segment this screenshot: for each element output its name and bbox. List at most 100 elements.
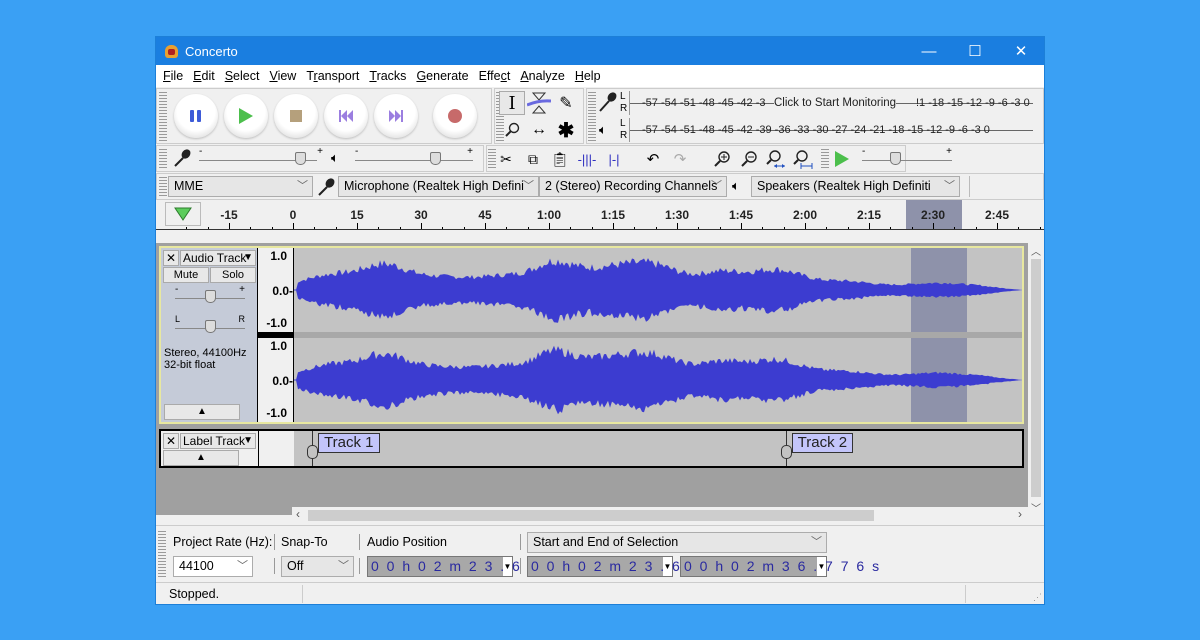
audio-position-field[interactable]: 0 0 h 0 2 m 2 3 . 6 5 3 s ▼ (367, 556, 566, 577)
multi-tool-button[interactable]: ✱ (553, 118, 579, 142)
pan-slider[interactable]: L R (175, 314, 245, 334)
audio-position-label: Audio Position (367, 535, 447, 549)
track-close-button[interactable]: ✕ (163, 250, 179, 266)
solo-button[interactable]: Solo (210, 267, 256, 283)
toolbar-grip[interactable] (158, 530, 166, 578)
selection-start-field[interactable]: 0 0 h 0 2 m 2 3 . 6 5 3 s ▼ (527, 556, 726, 577)
redo-button[interactable]: ↷ (667, 147, 693, 171)
pause-button[interactable] (174, 94, 218, 138)
toolbar-grip[interactable] (159, 148, 167, 169)
playback-device-select[interactable]: Speakers (Realtek High Definiti ﹀ (751, 176, 960, 197)
collapse-track-button[interactable]: ▲ (163, 450, 239, 466)
slider-thumb[interactable] (204, 290, 216, 303)
label-track-close-button[interactable]: ✕ (163, 433, 179, 449)
horizontal-scrollbar[interactable]: ‹ › (292, 507, 1028, 524)
play-at-speed-button[interactable] (829, 147, 855, 171)
paste-button[interactable]: 📋︎ (547, 147, 573, 171)
speaker-icon[interactable]: 🔈︎ (599, 122, 607, 138)
fit-project-button[interactable] (790, 147, 816, 171)
close-button[interactable]: ✕ (998, 37, 1044, 65)
audio-host-select[interactable]: MME ﹀ (168, 176, 313, 197)
recording-volume-slider[interactable]: - + (199, 146, 323, 166)
playback-volume-slider[interactable]: - + (355, 146, 473, 166)
waveform-right (294, 345, 1022, 415)
scroll-thumb[interactable] (308, 510, 874, 521)
recording-device-select[interactable]: Microphone (Realtek High Defini ﹀ (338, 176, 539, 197)
menu-transport[interactable]: Transport (301, 69, 364, 83)
menu-analyze[interactable]: Analyze (515, 69, 569, 83)
label-drag-handle-icon[interactable] (780, 445, 792, 459)
zoom-out-button[interactable] (736, 147, 762, 171)
selection-tool-button[interactable]: I (499, 91, 525, 115)
playback-meter[interactable]: L R -57 -54 -51 -48 -45 -42 -39 -36 -33 … (620, 118, 1033, 142)
toolbar-grip[interactable] (159, 176, 167, 197)
recording-channels-select[interactable]: 2 (Stereo) Recording Channels ﹀ (539, 176, 727, 197)
record-meter[interactable]: L R -57 -54 -51 -48 -45 -42 -3 Click to … (620, 91, 1033, 115)
toolbar-grip[interactable] (588, 91, 596, 141)
vertical-scrollbar[interactable]: ︿ ﹀ (1028, 243, 1044, 515)
skip-to-start-button[interactable] (324, 94, 368, 138)
snap-to-label: Snap-To (281, 535, 328, 549)
scroll-left-icon[interactable]: ‹ (296, 507, 300, 521)
snap-to-select[interactable]: Off ﹀ (281, 556, 354, 577)
mute-button[interactable]: Mute (163, 267, 209, 283)
resize-grip-icon[interactable]: ⋰ (1033, 592, 1042, 603)
minimize-button[interactable]: — (906, 37, 952, 65)
stop-button[interactable] (274, 94, 318, 138)
play-speed-slider[interactable]: - + (862, 146, 952, 166)
selection-mode-select[interactable]: Start and End of Selection ﹀ (527, 532, 827, 553)
zoom-in-button[interactable] (709, 147, 735, 171)
copy-button[interactable]: ⧉ (520, 147, 546, 171)
maximize-button[interactable]: ☐ (952, 37, 998, 65)
menu-file[interactable]: File (158, 69, 188, 83)
menu-help[interactable]: Help (570, 69, 606, 83)
triangle-down-icon[interactable]: ▼ (503, 557, 512, 576)
menu-tracks[interactable]: Tracks (364, 69, 411, 83)
slider-thumb[interactable] (204, 320, 216, 333)
menu-select[interactable]: Select (220, 69, 265, 83)
project-rate-select[interactable]: 44100 ﹀ (173, 556, 253, 577)
scroll-up-icon[interactable]: ︿ (1028, 243, 1044, 258)
timeline-ruler[interactable]: -15 0 15 30 45 1:00 1:15 1:30 1:45 2:00 2:15 2:30 2:… (156, 200, 1044, 230)
menu-effect[interactable]: Effect (474, 69, 516, 83)
scroll-down-icon[interactable]: ﹀ (1028, 500, 1044, 515)
triangle-down-icon[interactable]: ▼ (663, 557, 672, 576)
selection-end-field[interactable]: 0 0 h 0 2 m 3 6 . 7 7 6 s ▼ (680, 556, 879, 577)
track-name-menu[interactable]: Audio Track ▼ (180, 250, 256, 266)
slider-thumb[interactable] (295, 152, 307, 165)
timeline-options-button[interactable] (165, 202, 201, 226)
slider-thumb[interactable] (429, 152, 441, 165)
menu-view[interactable]: View (264, 69, 301, 83)
trim-button[interactable]: -|||- (574, 147, 600, 171)
label-track-name-menu[interactable]: Label Track ▼ (180, 433, 256, 449)
gain-slider[interactable]: - + (175, 284, 245, 304)
waveform-left-channel[interactable] (294, 248, 1022, 332)
record-meter-button[interactable] (597, 91, 619, 116)
play-button[interactable] (224, 94, 268, 138)
time-shift-tool-button[interactable]: ↔ (526, 118, 552, 142)
silence-button[interactable]: |-| (601, 147, 627, 171)
undo-button[interactable]: ↶ (640, 147, 666, 171)
envelope-tool-button[interactable] (526, 91, 552, 115)
zoom-tool-button[interactable] (499, 118, 525, 142)
ruler-tick-mark (335, 227, 337, 229)
menu-generate[interactable]: Generate (411, 69, 473, 83)
waveform-right-channel[interactable] (294, 338, 1022, 422)
scroll-right-icon[interactable]: › (1018, 507, 1022, 521)
toolbar-grip[interactable] (821, 148, 829, 169)
scroll-thumb[interactable] (1031, 259, 1041, 497)
menu-edit[interactable]: Edit (188, 69, 220, 83)
record-button[interactable] (433, 94, 477, 138)
click-to-start-monitoring[interactable]: Click to Start Monitoring (774, 97, 897, 109)
toolbar-grip[interactable] (159, 91, 167, 141)
draw-tool-button[interactable]: ✎ (553, 91, 579, 115)
slider-thumb[interactable] (889, 152, 901, 165)
skip-to-end-button[interactable] (374, 94, 418, 138)
cut-button[interactable]: ✂ (493, 147, 519, 171)
triangle-down-icon[interactable]: ▼ (817, 557, 826, 576)
collapse-track-button[interactable]: ▲ (164, 404, 240, 420)
label-text[interactable]: Track 1 (318, 433, 380, 453)
label-drag-handle-icon[interactable] (307, 445, 319, 459)
label-text[interactable]: Track 2 (791, 433, 854, 453)
fit-selection-button[interactable] (763, 147, 789, 171)
